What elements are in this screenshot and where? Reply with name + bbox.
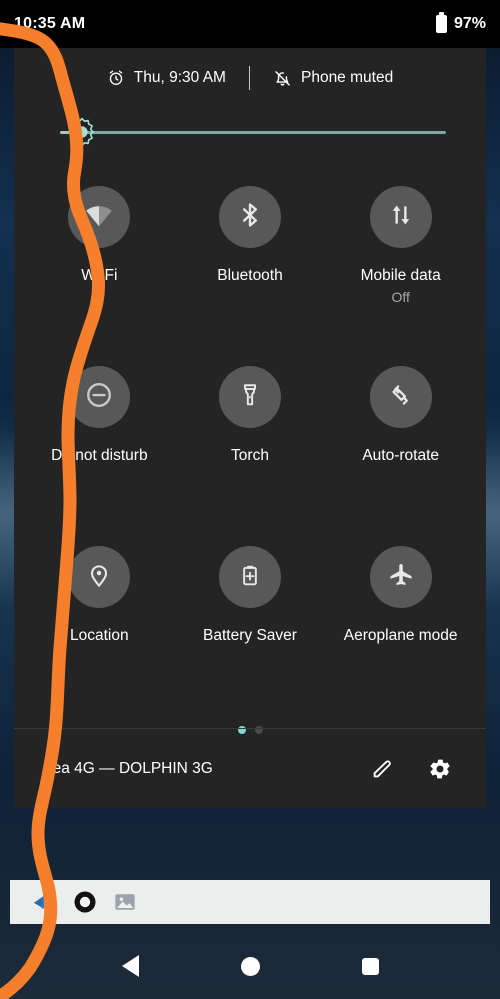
tile-aeroplane-mode-circle bbox=[369, 546, 432, 608]
ringer-status-label: Phone muted bbox=[300, 69, 394, 86]
photo-gallery-icon[interactable] bbox=[112, 889, 138, 915]
tile-torch[interactable]: Torch bbox=[175, 360, 326, 540]
quick-settings-panel: Thu, 9:30 AM Phone muted Wi-Fi Bluetooth… bbox=[14, 48, 486, 808]
tile-torch-circle bbox=[218, 366, 281, 428]
alarm-status[interactable]: Thu, 9:30 AM bbox=[107, 69, 226, 87]
tile-do-not-disturb-label: Do not disturb bbox=[51, 447, 148, 464]
tile-mobile-data-circle bbox=[369, 186, 432, 248]
android-quick-settings-screen: 10:35 AM 97% Thu, 9:30 AM Phone muted Wi… bbox=[0, 0, 500, 999]
ringer-status[interactable]: Phone muted bbox=[273, 69, 393, 88]
blue-arrow-icon[interactable] bbox=[32, 889, 58, 915]
status-bar-clock: 10:35 AM bbox=[14, 15, 86, 32]
battery-icon bbox=[435, 12, 447, 33]
brightness-sun-icon[interactable] bbox=[67, 117, 97, 147]
auto-rotate-icon bbox=[387, 381, 415, 414]
bluetooth-icon bbox=[236, 201, 264, 234]
tile-do-not-disturb-circle bbox=[68, 366, 131, 428]
home-circle-icon[interactable] bbox=[230, 946, 270, 986]
do-not-disturb-icon bbox=[84, 380, 114, 415]
tile-battery-saver-label: Battery Saver bbox=[203, 627, 297, 644]
carrier-label: dea 4G — DOLPHIN 3G bbox=[44, 759, 213, 777]
quick-settings-tile-grid: Wi-Fi Bluetooth Mobile data Off Do not d… bbox=[14, 158, 486, 720]
tile-bluetooth-circle bbox=[218, 186, 281, 248]
recents-square-icon[interactable] bbox=[350, 946, 390, 986]
tile-wifi-circle bbox=[68, 186, 131, 248]
tile-location-label: Location bbox=[70, 627, 129, 644]
location-pin-icon bbox=[85, 561, 113, 594]
shade-footer: dea 4G — DOLPHIN 3G bbox=[14, 728, 486, 808]
status-bar-right-cluster: 97% bbox=[435, 12, 486, 33]
alarm-time-label: Thu, 9:30 AM bbox=[133, 69, 226, 86]
torch-icon bbox=[237, 382, 263, 413]
camera-lens-icon[interactable] bbox=[72, 889, 98, 915]
header-divider bbox=[248, 66, 250, 90]
tile-torch-label: Torch bbox=[231, 447, 269, 464]
tile-auto-rotate-circle bbox=[369, 366, 432, 428]
pencil-edit-icon[interactable] bbox=[360, 747, 404, 791]
navigation-bar bbox=[0, 933, 500, 999]
brightness-slider[interactable] bbox=[60, 106, 446, 158]
tile-wifi[interactable]: Wi-Fi bbox=[24, 180, 175, 360]
status-bar: 10:35 AM 97% bbox=[0, 0, 500, 48]
brightness-track bbox=[80, 130, 446, 134]
mobile-data-icon bbox=[388, 202, 414, 233]
battery-saver-icon bbox=[237, 562, 263, 593]
tile-auto-rotate-label: Auto-rotate bbox=[362, 447, 439, 464]
tile-bluetooth[interactable]: Bluetooth bbox=[175, 180, 326, 360]
tile-battery-saver[interactable]: Battery Saver bbox=[175, 540, 326, 720]
tile-mobile-data[interactable]: Mobile data Off bbox=[325, 180, 476, 360]
wifi-icon bbox=[84, 200, 114, 235]
tile-battery-saver-circle bbox=[218, 546, 281, 608]
tile-wifi-label: Wi-Fi bbox=[81, 267, 118, 284]
tile-location[interactable]: Location bbox=[24, 540, 175, 720]
tile-aeroplane-mode[interactable]: Aeroplane mode bbox=[325, 540, 476, 720]
tile-mobile-data-sublabel: Off bbox=[391, 288, 410, 305]
bottom-app-dock bbox=[10, 880, 490, 924]
tile-mobile-data-label: Mobile data bbox=[360, 267, 441, 284]
tile-aeroplane-mode-label: Aeroplane mode bbox=[343, 627, 458, 644]
gear-settings-icon[interactable] bbox=[418, 747, 462, 791]
tile-bluetooth-label: Bluetooth bbox=[217, 267, 283, 284]
back-triangle-icon[interactable] bbox=[110, 946, 150, 986]
bell-slash-icon bbox=[273, 69, 292, 88]
tile-do-not-disturb[interactable]: Do not disturb bbox=[24, 360, 175, 540]
battery-percentage: 97% bbox=[453, 15, 486, 32]
tile-auto-rotate[interactable]: Auto-rotate bbox=[325, 360, 476, 540]
tile-location-circle bbox=[68, 546, 131, 608]
aeroplane-icon bbox=[387, 561, 415, 594]
alarm-clock-icon bbox=[107, 69, 125, 87]
shade-header: Thu, 9:30 AM Phone muted bbox=[14, 48, 486, 102]
